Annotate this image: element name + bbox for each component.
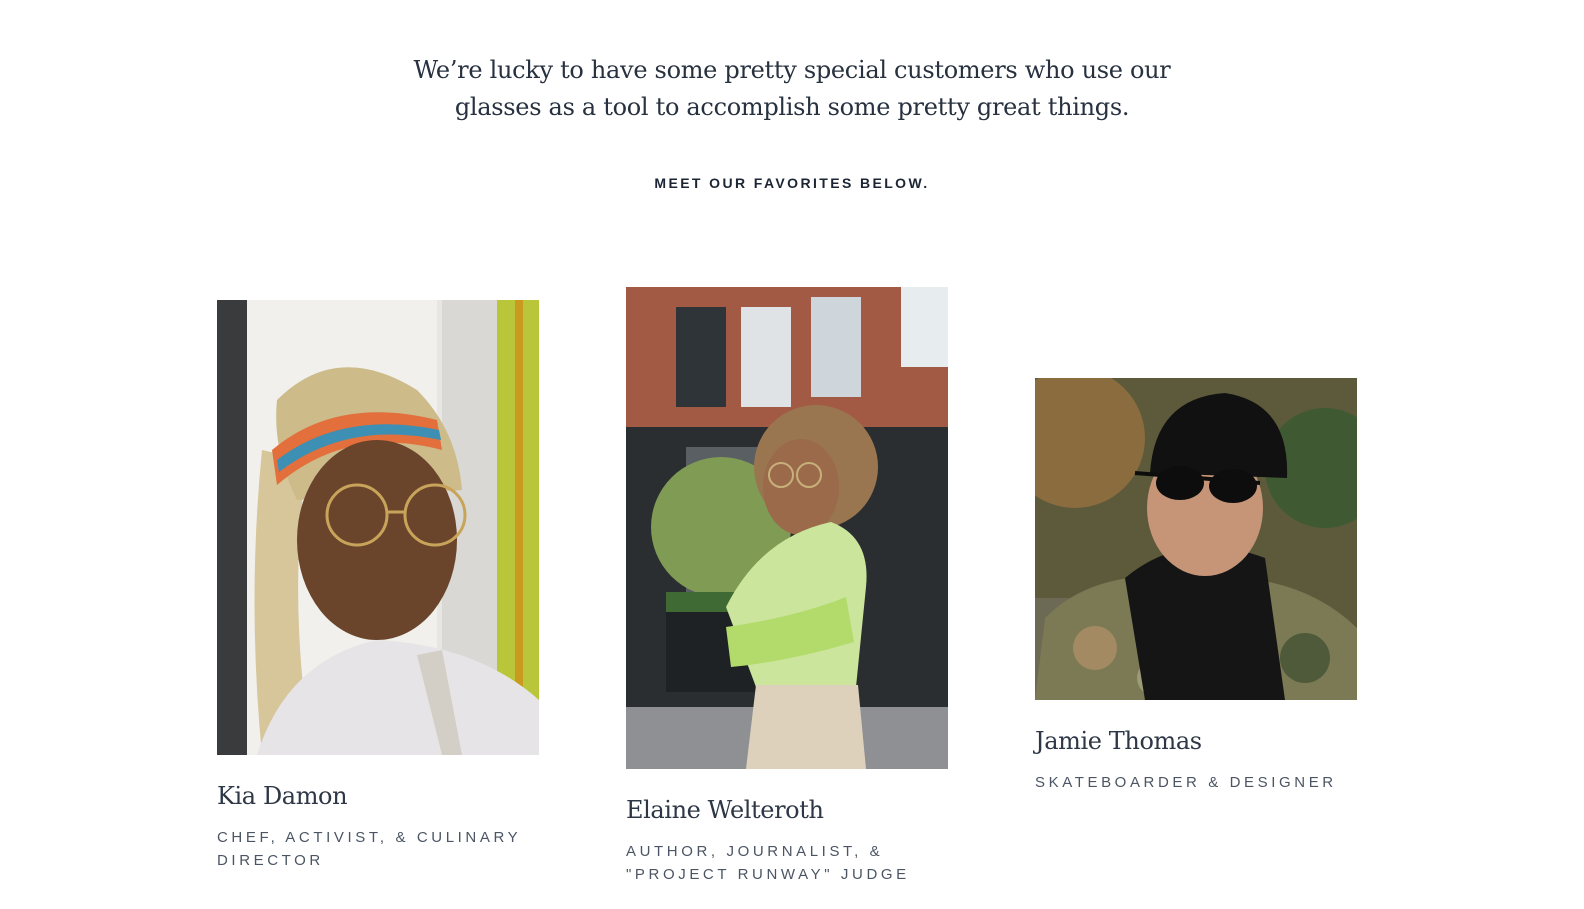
person-role: CHEF, ACTIVIST, & CULINARY DIRECTOR [217, 829, 521, 869]
person-card-jamie: Jamie Thomas SKATEBOARDER & DESIGNER [1035, 378, 1357, 794]
person-photo-jamie[interactable] [1035, 378, 1357, 700]
person-role: AUTHOR, JOURNALIST, & "PROJECT RUNWAY" J… [626, 843, 910, 883]
person-card-elaine: Elaine Welteroth AUTHOR, JOURNALIST, & "… [626, 287, 948, 886]
person-card-kia: Kia Damon CHEF, ACTIVIST, & CULINARY DIR… [217, 300, 539, 872]
portrait-image [626, 287, 948, 769]
portrait-image [1035, 378, 1357, 700]
person-photo-elaine[interactable] [626, 287, 948, 769]
intro-text: We’re lucky to have some pretty special … [413, 56, 1171, 121]
person-role: SKATEBOARDER & DESIGNER [1035, 774, 1337, 791]
person-name[interactable]: Kia Damon [217, 781, 539, 811]
person-name[interactable]: Jamie Thomas [1035, 726, 1357, 756]
person-photo-kia[interactable] [217, 300, 539, 755]
person-name[interactable]: Elaine Welteroth [626, 795, 948, 825]
section-heading: MEET OUR FAVORITES BELOW. [654, 175, 930, 191]
portrait-image [217, 300, 539, 755]
